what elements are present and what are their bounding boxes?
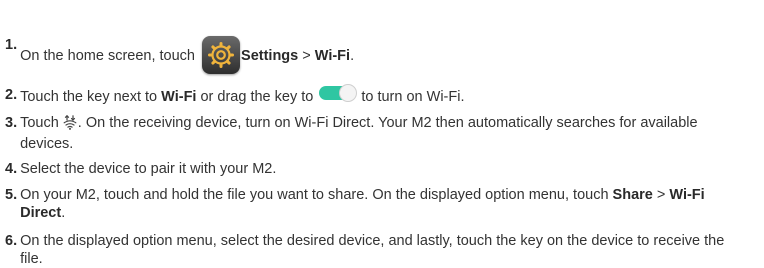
step-number: 1. — [5, 37, 18, 53]
step-text-part: On your M2, touch and hold the file you … — [20, 187, 613, 203]
step-number: 5. — [5, 187, 18, 203]
step-1: 1. On the home screen, touch Settings > … — [5, 36, 354, 74]
step-5: 5. On your M2, touch and hold the file y… — [5, 186, 745, 222]
settings-gear-icon — [202, 36, 241, 74]
separator: > — [298, 48, 315, 64]
step-text-part: . On the receiving device, turn on Wi-Fi… — [20, 115, 698, 152]
step-number: 3. — [5, 115, 18, 131]
step-6: 6. On the displayed option menu, select … — [5, 232, 745, 268]
wifi-label: Wi-Fi — [314, 48, 351, 64]
step-number: 6. — [5, 233, 18, 249]
step-text: Touch the key next to Wi-Fi or drag the … — [20, 84, 465, 106]
step-text: Touch . On the receiving device, turn on… — [20, 114, 745, 153]
step-text-part: or drag the key to — [196, 89, 314, 105]
step-text-part: Touch the key next to — [20, 89, 162, 105]
toggle-knob — [339, 84, 358, 102]
step-text: On the displayed option menu, select the… — [20, 233, 725, 267]
step-text: On the home screen, touch Settings > Wi-… — [20, 36, 354, 74]
step-3: 3. Touch . On the receiving device, turn… — [5, 114, 745, 153]
step-text-part: Touch — [20, 115, 59, 131]
settings-label: Settings — [241, 48, 299, 64]
step-4: 4. Select the device to pair it with you… — [5, 160, 276, 178]
share-label: Share — [612, 187, 653, 203]
step-2: 2. Touch the key next to Wi-Fi or drag t… — [5, 84, 465, 106]
wifi-direct-icon — [63, 114, 77, 135]
step-number: 4. — [5, 161, 18, 177]
step-text: Select the device to pair it with your M… — [20, 161, 277, 177]
step-text-end: . — [350, 48, 355, 64]
wifi-label: Wi-Fi — [161, 89, 197, 105]
separator: > — [652, 187, 670, 203]
step-text-end: . — [61, 205, 66, 221]
step-text-part: On the home screen, touch — [20, 48, 195, 64]
step-number: 2. — [5, 87, 18, 103]
step-text: On your M2, touch and hold the file you … — [20, 186, 745, 222]
toggle-switch-on-icon — [319, 84, 358, 102]
step-text-part: to turn on Wi-Fi. — [361, 89, 465, 105]
